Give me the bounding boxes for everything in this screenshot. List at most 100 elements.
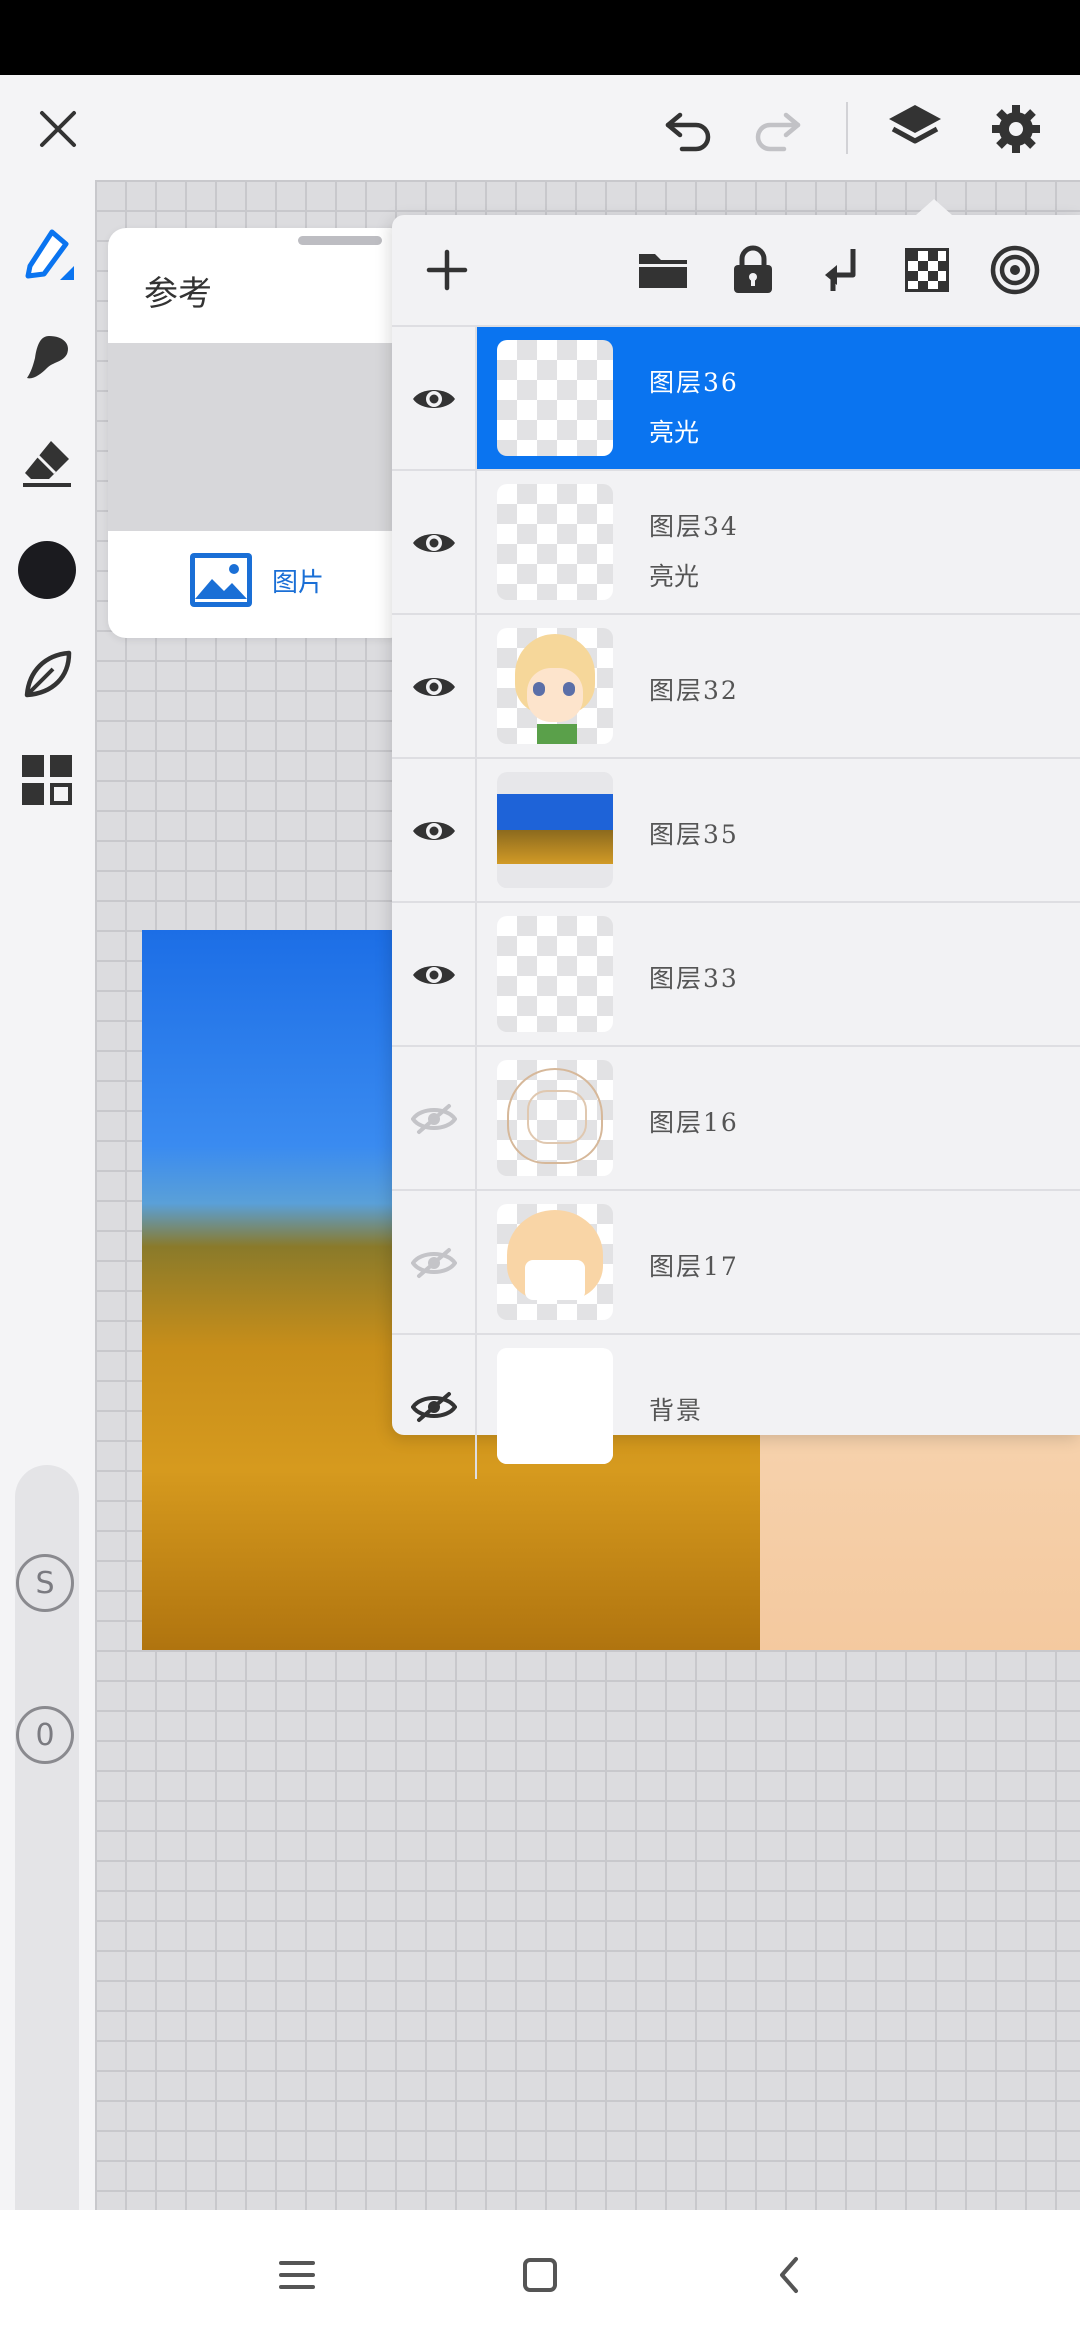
layer-row[interactable]: 图层34 亮光	[392, 469, 1080, 615]
layer-name: 图层34	[649, 512, 739, 541]
materials-button[interactable]	[14, 747, 80, 813]
eraser-icon	[23, 441, 71, 487]
top-toolbar	[0, 75, 1080, 180]
system-nav-bar	[0, 2210, 1080, 2340]
merge-down-button[interactable]	[810, 239, 872, 301]
eraser-tool-button[interactable]	[14, 430, 80, 496]
layer-item[interactable]: 图层35	[477, 759, 1080, 903]
layer-item[interactable]: 背景	[477, 1335, 1080, 1479]
menu-icon	[279, 2261, 315, 2289]
visibility-toggle[interactable]	[392, 1335, 477, 1479]
add-icon	[426, 249, 468, 291]
layer-row[interactable]: 图层33	[392, 901, 1080, 1047]
eye-icon	[412, 390, 455, 408]
home-button[interactable]	[513, 2248, 567, 2302]
merge-down-icon	[825, 249, 856, 291]
layer-thumbnail	[497, 1348, 613, 1464]
layers-icon	[889, 105, 941, 144]
brush-tool-button[interactable]	[14, 325, 80, 391]
layer-thumbnail	[497, 484, 613, 600]
layer-thumbnail	[497, 916, 613, 1032]
color-swatch	[18, 541, 76, 599]
add-layer-button[interactable]	[416, 239, 478, 301]
layer-thumbnail	[497, 340, 613, 456]
layer-name: 图层16	[649, 1108, 739, 1137]
blend-mode-label: 亮光	[649, 418, 700, 447]
layer-name: 图层32	[649, 676, 739, 705]
reference-panel: 参考 图片	[108, 228, 408, 638]
pen-icon	[25, 229, 74, 280]
redo-icon	[755, 112, 801, 152]
left-toolbar: S 0	[0, 180, 95, 2260]
smudge-tool-button[interactable]	[14, 642, 80, 708]
lock-layer-button[interactable]	[722, 239, 784, 301]
eye-off-icon	[410, 1104, 457, 1134]
reference-tab-label: 图片	[272, 567, 325, 598]
layer-row[interactable]: 图层32	[392, 613, 1080, 759]
layer-row[interactable]: 图层35	[392, 757, 1080, 903]
visibility-toggle[interactable]	[392, 1047, 477, 1191]
opacity-badge: 0	[16, 1706, 74, 1764]
layer-item[interactable]: 图层17	[477, 1191, 1080, 1335]
brush-icon	[27, 336, 69, 379]
layer-row[interactable]: 图层16	[392, 1045, 1080, 1191]
layer-name: 图层35	[649, 820, 739, 849]
layer-thumbnail	[497, 1060, 613, 1176]
layer-row[interactable]: 背景	[392, 1333, 1080, 1479]
reference-tab-image[interactable]: 图片	[190, 553, 324, 607]
reference-layer-button[interactable]	[984, 239, 1046, 301]
layer-name: 图层17	[649, 1252, 739, 1281]
layer-name: 图层33	[649, 964, 739, 993]
eye-icon	[412, 534, 455, 552]
layers-button[interactable]	[883, 97, 947, 161]
size-badge: S	[16, 1554, 74, 1612]
layer-item[interactable]: 图层36 亮光	[477, 327, 1080, 471]
visibility-toggle[interactable]	[392, 759, 477, 903]
visibility-toggle[interactable]	[392, 1191, 477, 1335]
transparency-lock-button[interactable]	[896, 239, 958, 301]
visibility-toggle[interactable]	[392, 903, 477, 1047]
undo-button[interactable]	[656, 97, 720, 161]
layer-thumbnail	[497, 772, 613, 888]
eye-off-icon	[410, 1392, 457, 1422]
image-icon	[190, 553, 252, 607]
layer-name: 背景	[649, 1396, 704, 1425]
blend-mode-label: 亮光	[649, 562, 700, 591]
undo-icon	[665, 112, 711, 152]
layer-item[interactable]: 图层32	[477, 615, 1080, 759]
layer-item[interactable]: 图层16	[477, 1047, 1080, 1191]
layer-row[interactable]: 图层36 亮光	[392, 325, 1080, 471]
redo-button[interactable]	[746, 97, 810, 161]
visibility-toggle[interactable]	[392, 327, 477, 471]
close-icon	[40, 111, 76, 147]
layer-name: 图层36	[649, 368, 739, 397]
eye-icon	[412, 822, 455, 840]
reference-title: 参考	[144, 274, 212, 314]
menu-button[interactable]	[270, 2248, 324, 2302]
eye-icon	[412, 966, 455, 984]
color-button[interactable]	[14, 537, 80, 603]
layer-item[interactable]: 图层33	[477, 903, 1080, 1047]
eye-off-icon	[410, 1248, 457, 1278]
layers-toolbar	[392, 215, 1080, 325]
status-bar	[0, 0, 1080, 75]
toolbar-divider	[846, 102, 848, 154]
layer-row[interactable]: 图层17	[392, 1189, 1080, 1335]
reference-content	[108, 343, 408, 531]
visibility-toggle[interactable]	[392, 615, 477, 759]
new-folder-button[interactable]	[632, 239, 694, 301]
checker-icon	[905, 248, 949, 292]
drag-handle[interactable]	[298, 236, 382, 245]
grid-icon	[22, 755, 72, 805]
pen-tool-button[interactable]	[14, 220, 80, 286]
back-button[interactable]	[762, 2248, 816, 2302]
close-button[interactable]	[26, 97, 90, 161]
lock-icon	[734, 245, 772, 293]
settings-button[interactable]	[984, 97, 1048, 161]
leaf-icon	[24, 650, 72, 698]
panel-pointer	[916, 199, 952, 215]
eye-icon	[412, 678, 455, 696]
layer-item[interactable]: 图层34 亮光	[477, 471, 1080, 615]
layer-thumbnail	[497, 628, 613, 744]
visibility-toggle[interactable]	[392, 471, 477, 615]
